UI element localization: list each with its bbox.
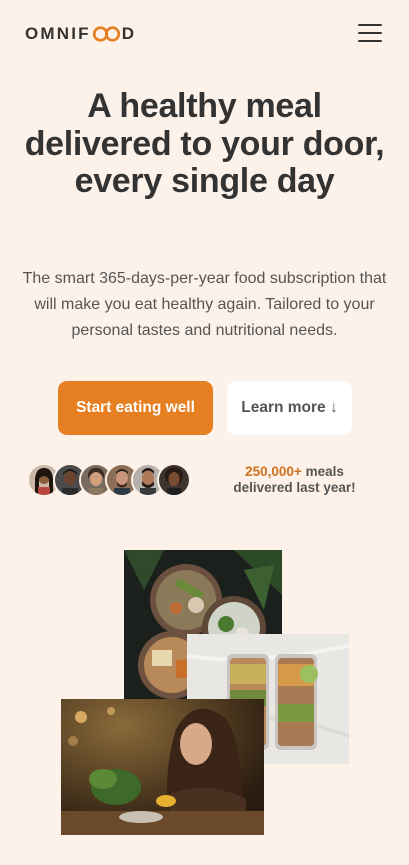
hero-title: A healthy meal delivered to your door, e…: [24, 87, 385, 200]
learn-more-button[interactable]: Learn more ↓: [227, 381, 352, 435]
customer-avatars: [27, 463, 197, 497]
meals-count: 250,000+: [245, 464, 302, 479]
woman-eating-photo: [61, 699, 264, 835]
omnifood-logo[interactable]: OMNIF D: [25, 24, 136, 44]
logo-infinity-icon: [92, 25, 121, 43]
logo-text-end: D: [121, 24, 137, 43]
hero-description: The smart 365-days-per-year food subscri…: [22, 270, 387, 339]
hamburger-menu-icon[interactable]: [356, 20, 384, 46]
meals-delivered-text: 250,000+ meals delivered last year!: [222, 464, 367, 496]
header: OMNIF D: [0, 0, 409, 68]
start-eating-well-button[interactable]: Start eating well: [58, 381, 213, 435]
logo-text-start: OMNIF: [25, 24, 91, 43]
customer-avatar: [157, 463, 191, 497]
